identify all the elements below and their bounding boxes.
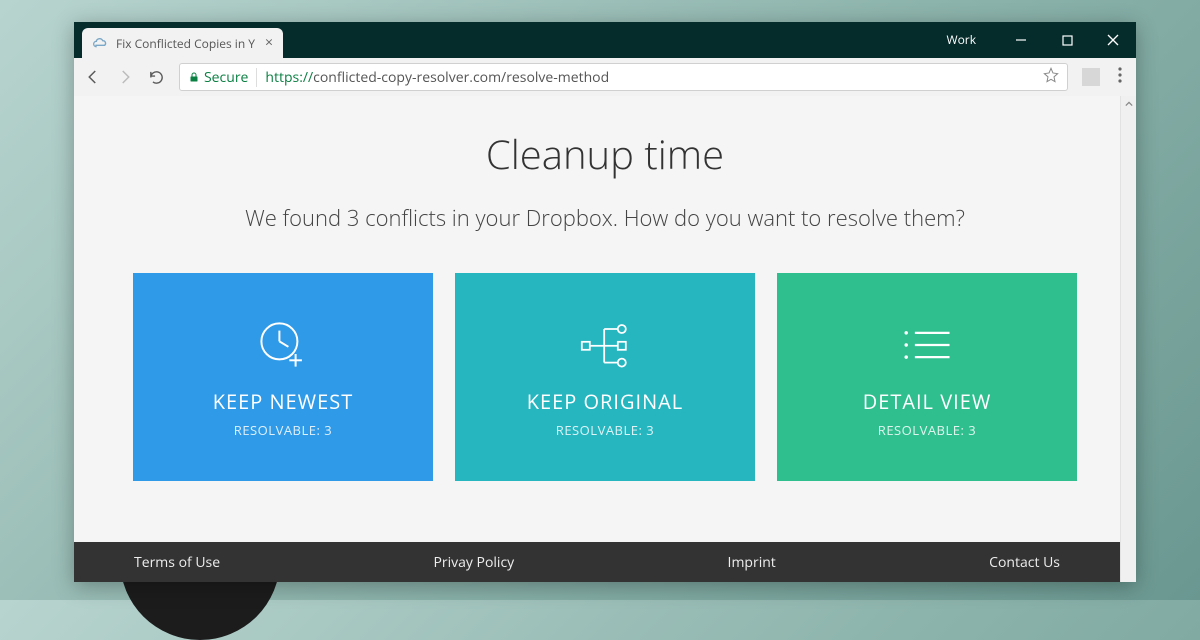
scroll-up-button[interactable] xyxy=(1121,96,1136,112)
secure-indicator[interactable]: Secure xyxy=(188,68,257,87)
footer-link-terms[interactable]: Terms of Use xyxy=(134,553,220,572)
star-icon xyxy=(1043,67,1059,83)
card-keep-original[interactable]: KEEP ORIGINAL RESOLVABLE: 3 xyxy=(455,273,755,481)
bookmark-button[interactable] xyxy=(1043,67,1059,88)
close-icon xyxy=(1107,34,1119,46)
minimize-button[interactable] xyxy=(998,22,1044,58)
arrow-left-icon xyxy=(84,68,102,86)
card-title: DETAIL VIEW xyxy=(863,388,992,415)
browser-menu-button[interactable] xyxy=(1114,66,1126,88)
chevron-up-icon xyxy=(1125,100,1133,108)
maximize-button[interactable] xyxy=(1044,22,1090,58)
browser-window: Fix Conflicted Copies in Y × Work xyxy=(74,22,1136,582)
card-subtitle: RESOLVABLE: 3 xyxy=(234,421,332,439)
address-bar: Secure https:// conflicted-copy-resolver… xyxy=(74,58,1136,96)
scrollbar[interactable] xyxy=(1120,96,1136,582)
arrow-right-icon xyxy=(116,68,134,86)
page-footer: Terms of Use Privay Policy Imprint Conta… xyxy=(74,542,1120,582)
page-title: Cleanup time xyxy=(486,126,724,181)
page-content: Cleanup time We found 3 conflicts in you… xyxy=(74,96,1136,582)
card-keep-newest[interactable]: KEEP NEWEST RESOLVABLE: 3 xyxy=(133,273,433,481)
tab-title: Fix Conflicted Copies in Y xyxy=(116,35,255,52)
list-icon xyxy=(901,316,953,374)
clock-plus-icon xyxy=(256,316,310,374)
minimize-icon xyxy=(1015,34,1027,46)
card-detail-view[interactable]: DETAIL VIEW RESOLVABLE: 3 xyxy=(777,273,1077,481)
footer-link-imprint[interactable]: Imprint xyxy=(728,553,776,572)
url-input[interactable]: Secure https:// conflicted-copy-resolver… xyxy=(179,63,1068,91)
extension-button[interactable] xyxy=(1082,68,1100,86)
close-icon[interactable]: × xyxy=(265,36,273,50)
lock-icon xyxy=(188,70,200,84)
back-button[interactable] xyxy=(84,68,102,86)
maximize-icon xyxy=(1062,35,1073,46)
footer-link-privacy[interactable]: Privay Policy xyxy=(433,553,514,572)
secure-label: Secure xyxy=(204,68,248,87)
card-title: KEEP ORIGINAL xyxy=(527,388,683,415)
kebab-icon xyxy=(1118,67,1122,83)
url-path: conflicted-copy-resolver.com/resolve-met… xyxy=(313,68,609,87)
forward-button[interactable] xyxy=(116,68,134,86)
titlebar: Fix Conflicted Copies in Y × Work xyxy=(74,22,1136,58)
reload-icon xyxy=(148,69,165,86)
option-cards: KEEP NEWEST RESOLVABLE: 3 xyxy=(74,273,1136,481)
cloud-icon xyxy=(92,35,108,51)
card-title: KEEP NEWEST xyxy=(213,388,353,415)
browser-tab[interactable]: Fix Conflicted Copies in Y × xyxy=(82,28,283,58)
card-subtitle: RESOLVABLE: 3 xyxy=(878,421,976,439)
card-subtitle: RESOLVABLE: 3 xyxy=(556,421,654,439)
tree-branch-icon xyxy=(577,316,633,374)
reload-button[interactable] xyxy=(148,69,165,86)
profile-label[interactable]: Work xyxy=(946,31,976,48)
url-protocol: https:// xyxy=(265,68,313,87)
page-subtitle: We found 3 conflicts in your Dropbox. Ho… xyxy=(245,203,965,233)
footer-link-contact[interactable]: Contact Us xyxy=(989,553,1060,572)
close-window-button[interactable] xyxy=(1090,22,1136,58)
window-controls xyxy=(998,22,1136,58)
